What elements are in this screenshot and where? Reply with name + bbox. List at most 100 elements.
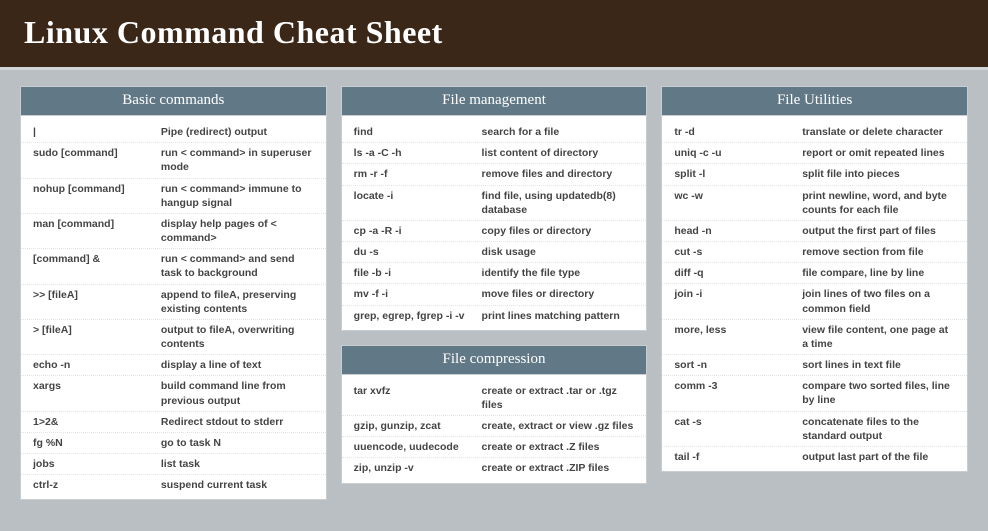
command-description: identify the file type [482,266,635,280]
section-title: File management [342,87,647,116]
command-text: fg %N [33,436,151,450]
command-description: go to task N [161,436,314,450]
command-description: create or extract .ZIP files [482,461,635,475]
command-row: tr -dtranslate or delete character [662,122,967,143]
command-description: run < command> and send task to backgrou… [161,252,314,280]
command-description: display help pages of < command> [161,217,314,245]
command-text: nohup [command] [33,182,151,210]
command-row: echo -ndisplay a line of text [21,355,326,376]
command-description: file compare, line by line [802,266,955,280]
command-row: diff -qfile compare, line by line [662,263,967,284]
command-row: more, less view file content, one page at… [662,320,967,355]
command-text: wc -w [674,189,792,217]
command-description: search for a file [482,125,635,139]
command-description: run < command> immune to hangup signal [161,182,314,210]
page-title: Linux Command Cheat Sheet [24,14,964,51]
command-text: split -l [674,167,792,181]
command-row: tar xvfzcreate or extract .tar or .tgz f… [342,381,647,416]
command-description: join lines of two files on a common fiel… [802,287,955,315]
command-row: zip, unzip -v create or extract .ZIP file… [342,458,647,478]
command-description: create or extract .tar or .tgz files [482,384,635,412]
command-text: zip, unzip -v [354,461,472,475]
command-row: >> [fileA] append to fileA, preserving ex… [21,285,326,320]
command-text: join -i [674,287,792,315]
command-row: ls -a -C -hlist content of directory [342,143,647,164]
command-row: mv -f -imove files or directory [342,284,647,305]
command-row: head -noutput the first part of files [662,221,967,242]
command-row: ctrl-zsuspend current task [21,475,326,495]
command-row: comm -3 compare two sorted files, line by… [662,376,967,411]
section-rows: tr -dtranslate or delete characteruniq -… [662,116,967,471]
command-description: disk usage [482,245,635,259]
command-row: cut -s remove section from file [662,242,967,263]
command-text: more, less [674,323,792,351]
command-text: sudo [command] [33,146,151,174]
command-row: cat -s concatenate files to the standard … [662,412,967,447]
column: File Utilitiestr -dtranslate or delete c… [661,86,968,472]
command-description: display a line of text [161,358,314,372]
command-description: remove section from file [802,245,955,259]
command-text: locate -i [354,189,472,217]
page-header: Linux Command Cheat Sheet [0,0,988,70]
command-row: sort -n sort lines in text file [662,355,967,376]
command-description: list task [161,457,314,471]
command-description: report or omit repeated lines [802,146,955,160]
column: Basic commands|Pipe (redirect) outputsud… [20,86,327,500]
command-row: rm -r -f remove files and directory [342,164,647,185]
command-row: nohup [command] run < command> immune to … [21,179,326,214]
command-text: >> [fileA] [33,288,151,316]
section-card: File management find search for a file ls -… [341,86,648,331]
command-text: cut -s [674,245,792,259]
command-text: tail -f [674,450,792,464]
command-description: compare two sorted files, line by line [802,379,955,407]
command-row: 1>2&Redirect stdout to stderr [21,412,326,433]
command-description: find file, using updatedb(8) database [482,189,635,217]
command-text: > [fileA] [33,323,151,351]
content-area: Basic commands|Pipe (redirect) outputsud… [0,70,988,500]
command-text: rm -r -f [354,167,472,181]
command-row: cp -a -R -i copy files or directory [342,221,647,242]
command-text: man [command] [33,217,151,245]
command-description: build command line from previous output [161,379,314,407]
section-title: File compression [342,346,647,375]
command-text: cat -s [674,415,792,443]
command-row: uuencode, uudecode create or extract .Z f… [342,437,647,458]
command-description: copy files or directory [482,224,635,238]
command-description: remove files and directory [482,167,635,181]
command-text: cp -a -R -i [354,224,472,238]
command-row: man [command] display help pages of < com… [21,214,326,249]
command-description: print lines matching pattern [482,309,635,323]
command-text: uuencode, uudecode [354,440,472,454]
command-description: Pipe (redirect) output [161,125,314,139]
command-row: sudo [command]run < command> in superuse… [21,143,326,178]
command-text: head -n [674,224,792,238]
section-rows: |Pipe (redirect) outputsudo [command]run… [21,116,326,499]
command-row: xargsbuild command line from previous ou… [21,376,326,411]
command-description: concatenate files to the standard output [802,415,955,443]
command-row: tail -foutput last part of the file [662,447,967,467]
command-text: mv -f -i [354,287,472,301]
command-row: du -sdisk usage [342,242,647,263]
command-text: sort -n [674,358,792,372]
section-card: Basic commands|Pipe (redirect) outputsud… [20,86,327,500]
column: File management find search for a file ls -… [341,86,648,484]
command-text: comm -3 [674,379,792,407]
command-text: file -b -i [354,266,472,280]
command-row: wc -wprint newline, word, and byte count… [662,186,967,221]
command-text: find [354,125,472,139]
command-row: split -lsplit file into pieces [662,164,967,185]
command-description: sort lines in text file [802,358,955,372]
command-text: gzip, gunzip, zcat [354,419,472,433]
command-row: |Pipe (redirect) output [21,122,326,143]
section-rows: tar xvfzcreate or extract .tar or .tgz f… [342,375,647,483]
command-description: create or extract .Z files [482,440,635,454]
command-description: view file content, one page at a time [802,323,955,351]
section-card: File compression tar xvfzcreate or extrac… [341,345,648,484]
command-row: gzip, gunzip, zcatcreate, extract or vie… [342,416,647,437]
command-text: [command] & [33,252,151,280]
command-description: translate or delete character [802,125,955,139]
command-description: append to fileA, preserving existing con… [161,288,314,316]
command-row: jobslist task [21,454,326,475]
section-title: Basic commands [21,87,326,116]
command-text: ls -a -C -h [354,146,472,160]
